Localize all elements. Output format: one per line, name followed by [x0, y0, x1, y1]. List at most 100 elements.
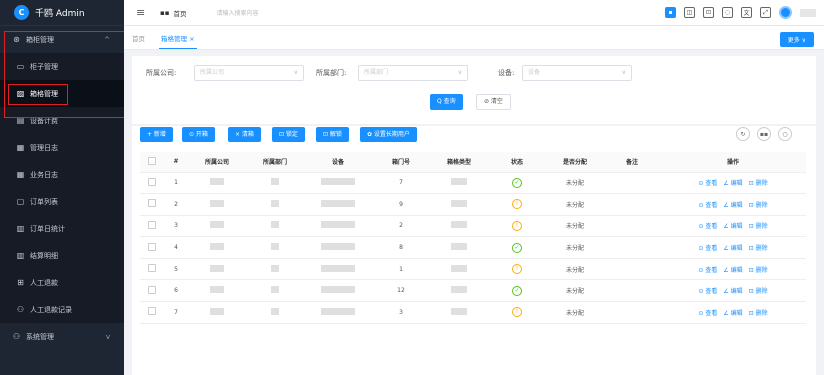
sidebar-item-8[interactable]: ▥ 结算明细 [0, 242, 124, 269]
view-link[interactable]: ⊙ 查看 [698, 245, 717, 252]
set-long-term-user-button[interactable]: ✿ 设置长期用户 [360, 127, 417, 142]
delete-link[interactable]: ⊡ 删除 [749, 245, 768, 252]
tab-home[interactable]: 首页 [132, 33, 145, 43]
sidebar-item-label: 人工退款记录 [30, 305, 72, 314]
query-button[interactable]: Q 查询 [430, 94, 463, 110]
row-select[interactable] [140, 279, 164, 303]
door-cell: 1 [372, 258, 430, 281]
sidebar-item-10[interactable]: ⚇ 人工退款记录 [0, 296, 124, 323]
row-select[interactable] [140, 301, 164, 324]
column-header[interactable] [140, 152, 164, 173]
app-logo[interactable]: C 千鸥 Admin [0, 0, 124, 26]
row-select[interactable] [140, 258, 164, 281]
row-checkbox[interactable] [148, 199, 156, 208]
translate-icon[interactable]: 文 [741, 7, 752, 18]
table-row[interactable]: 1 7 ✓ 未分配 ⊙ 查看 ∠ 编辑 ⊡ 删除 [140, 172, 806, 195]
more-button[interactable]: 更多 ∨ [779, 32, 814, 47]
row-index: 6 [164, 279, 188, 303]
sidebar-item-7[interactable]: ▥ 订单日统计 [0, 215, 124, 242]
delete-link[interactable]: ⊡ 删除 [749, 202, 768, 209]
row-checkbox[interactable] [148, 220, 156, 229]
fullscreen-icon[interactable]: ⤢ [760, 7, 771, 18]
edit-link[interactable]: ∠ 编辑 [723, 223, 742, 230]
notice-icon[interactable]: ▪ [665, 7, 676, 18]
device-select[interactable]: 设备 ∨ [522, 65, 632, 81]
operations-cell: ⊙ 查看 ∠ 编辑 ⊡ 删除 [660, 279, 806, 303]
sidebar-item-9[interactable]: ⊞ 人工退款 [0, 269, 124, 296]
clear-box-button[interactable]: × 清箱 [228, 127, 261, 142]
row-checkbox[interactable] [148, 242, 156, 251]
view-link[interactable]: ⊙ 查看 [698, 223, 717, 230]
add-button[interactable]: + 新增 [140, 127, 173, 142]
user-name[interactable] [800, 8, 816, 17]
edit-link[interactable]: ∠ 编辑 [723, 288, 742, 295]
filter-panel: 所属公司: 所属公司 ∨ 所属部门: 所属部门 ∨ 设备: 设备 ∨ Q 查询 ⊘ 清… [132, 56, 816, 124]
view-link[interactable]: ⊙ 查看 [698, 267, 717, 274]
table-row[interactable]: 2 9! 未分配 ⊙ 查看 ∠ 编辑 ⊡ 删除 [140, 193, 806, 216]
door-cell: 12 [372, 279, 430, 303]
row-select[interactable] [140, 193, 164, 216]
sidebar-item-label: 订单日统计 [30, 224, 65, 233]
columns-icon[interactable]: ▪▪ [757, 127, 771, 141]
row-checkbox[interactable] [148, 264, 156, 273]
company-select[interactable]: 所属公司 ∨ [194, 65, 304, 81]
table-row[interactable]: 4 8 ✓ 未分配 ⊙ 查看 ∠ 编辑 ⊡ 删除 [140, 236, 806, 259]
view-link[interactable]: ⊙ 查看 [698, 288, 717, 295]
table-row[interactable]: 7 3! 未分配 ⊙ 查看 ∠ 编辑 ⊡ 删除 [140, 301, 806, 324]
redacted-value [321, 221, 355, 229]
table-row[interactable]: 3 2! 未分配 ⊙ 查看 ∠ 编辑 ⊡ 删除 [140, 215, 806, 238]
delete-link[interactable]: ⊡ 删除 [749, 310, 768, 317]
clear-button[interactable]: ⊘ 清空 [476, 94, 511, 110]
assigned-cell: 未分配 [546, 172, 604, 195]
table-row[interactable]: 5 1! 未分配 ⊙ 查看 ∠ 编辑 ⊡ 删除 [140, 258, 806, 281]
breadcrumb[interactable]: 首页 [174, 8, 187, 18]
sidebar-item-5[interactable]: ▦ 业务日志 [0, 161, 124, 188]
select-all-checkbox[interactable] [148, 156, 156, 165]
refresh-icon[interactable]: ↻ [736, 127, 750, 141]
company-cell [188, 172, 246, 195]
tab-cell-management[interactable]: 箱格管理 × [159, 27, 197, 49]
log-icon: ▦ [16, 143, 25, 152]
menu-toggle-icon[interactable]: ≡ [136, 6, 156, 19]
redacted-value [271, 286, 279, 294]
edit-link[interactable]: ∠ 编辑 [723, 245, 742, 252]
sidebar-item-6[interactable]: ▢ 订单列表 [0, 188, 124, 215]
delete-link[interactable]: ⊡ 删除 [749, 267, 768, 274]
edit-link[interactable]: ∠ 编辑 [723, 310, 742, 317]
view-link[interactable]: ⊙ 查看 [698, 180, 717, 187]
device-cell [304, 279, 372, 303]
unlock-button[interactable]: ⊡ 解锁 [316, 127, 349, 142]
row-select[interactable] [140, 236, 164, 259]
lock-icon[interactable]: ⊡ [703, 7, 714, 18]
row-select[interactable] [140, 215, 164, 238]
delete-link[interactable]: ⊡ 删除 [749, 223, 768, 230]
assigned-cell: 未分配 [546, 236, 604, 259]
row-checkbox[interactable] [148, 285, 156, 294]
type-cell [430, 279, 488, 303]
avatar[interactable] [779, 6, 792, 19]
edit-link[interactable]: ∠ 编辑 [723, 267, 742, 274]
delete-link[interactable]: ⊡ 删除 [749, 288, 768, 295]
search-icon[interactable]: ○ [778, 127, 792, 141]
edit-link[interactable]: ∠ 编辑 [723, 202, 742, 209]
operations-cell: ⊙ 查看 ∠ 编辑 ⊡ 删除 [660, 193, 806, 216]
lock-button[interactable]: ⊡ 锁定 [272, 127, 305, 142]
dept-label: 所属部门: [316, 69, 347, 77]
view-link[interactable]: ⊙ 查看 [698, 202, 717, 209]
edit-link[interactable]: ∠ 编辑 [723, 180, 742, 187]
table-row[interactable]: 6 12 ✓ 未分配 ⊙ 查看 ∠ 编辑 ⊡ 删除 [140, 279, 806, 303]
row-checkbox[interactable] [148, 307, 156, 316]
status-ok-icon: ✓ [512, 177, 522, 188]
screenshot-icon[interactable]: ◫ [684, 7, 695, 18]
sidebar-item-11[interactable]: ⚇ 系统管理 v [0, 323, 124, 350]
theme-icon[interactable]: ◌ [722, 7, 733, 18]
row-select[interactable] [140, 172, 164, 195]
sidebar-item-4[interactable]: ▦ 管理日志 [0, 134, 124, 161]
search-input[interactable]: 请输入搜索内容 [217, 8, 259, 17]
open-box-button[interactable]: ⊙ 开箱 [182, 127, 215, 142]
status-cell: ✓ [488, 279, 546, 303]
delete-link[interactable]: ⊡ 删除 [749, 180, 768, 187]
view-link[interactable]: ⊙ 查看 [698, 310, 717, 317]
dept-select[interactable]: 所属部门 ∨ [358, 65, 468, 81]
row-checkbox[interactable] [148, 177, 156, 186]
